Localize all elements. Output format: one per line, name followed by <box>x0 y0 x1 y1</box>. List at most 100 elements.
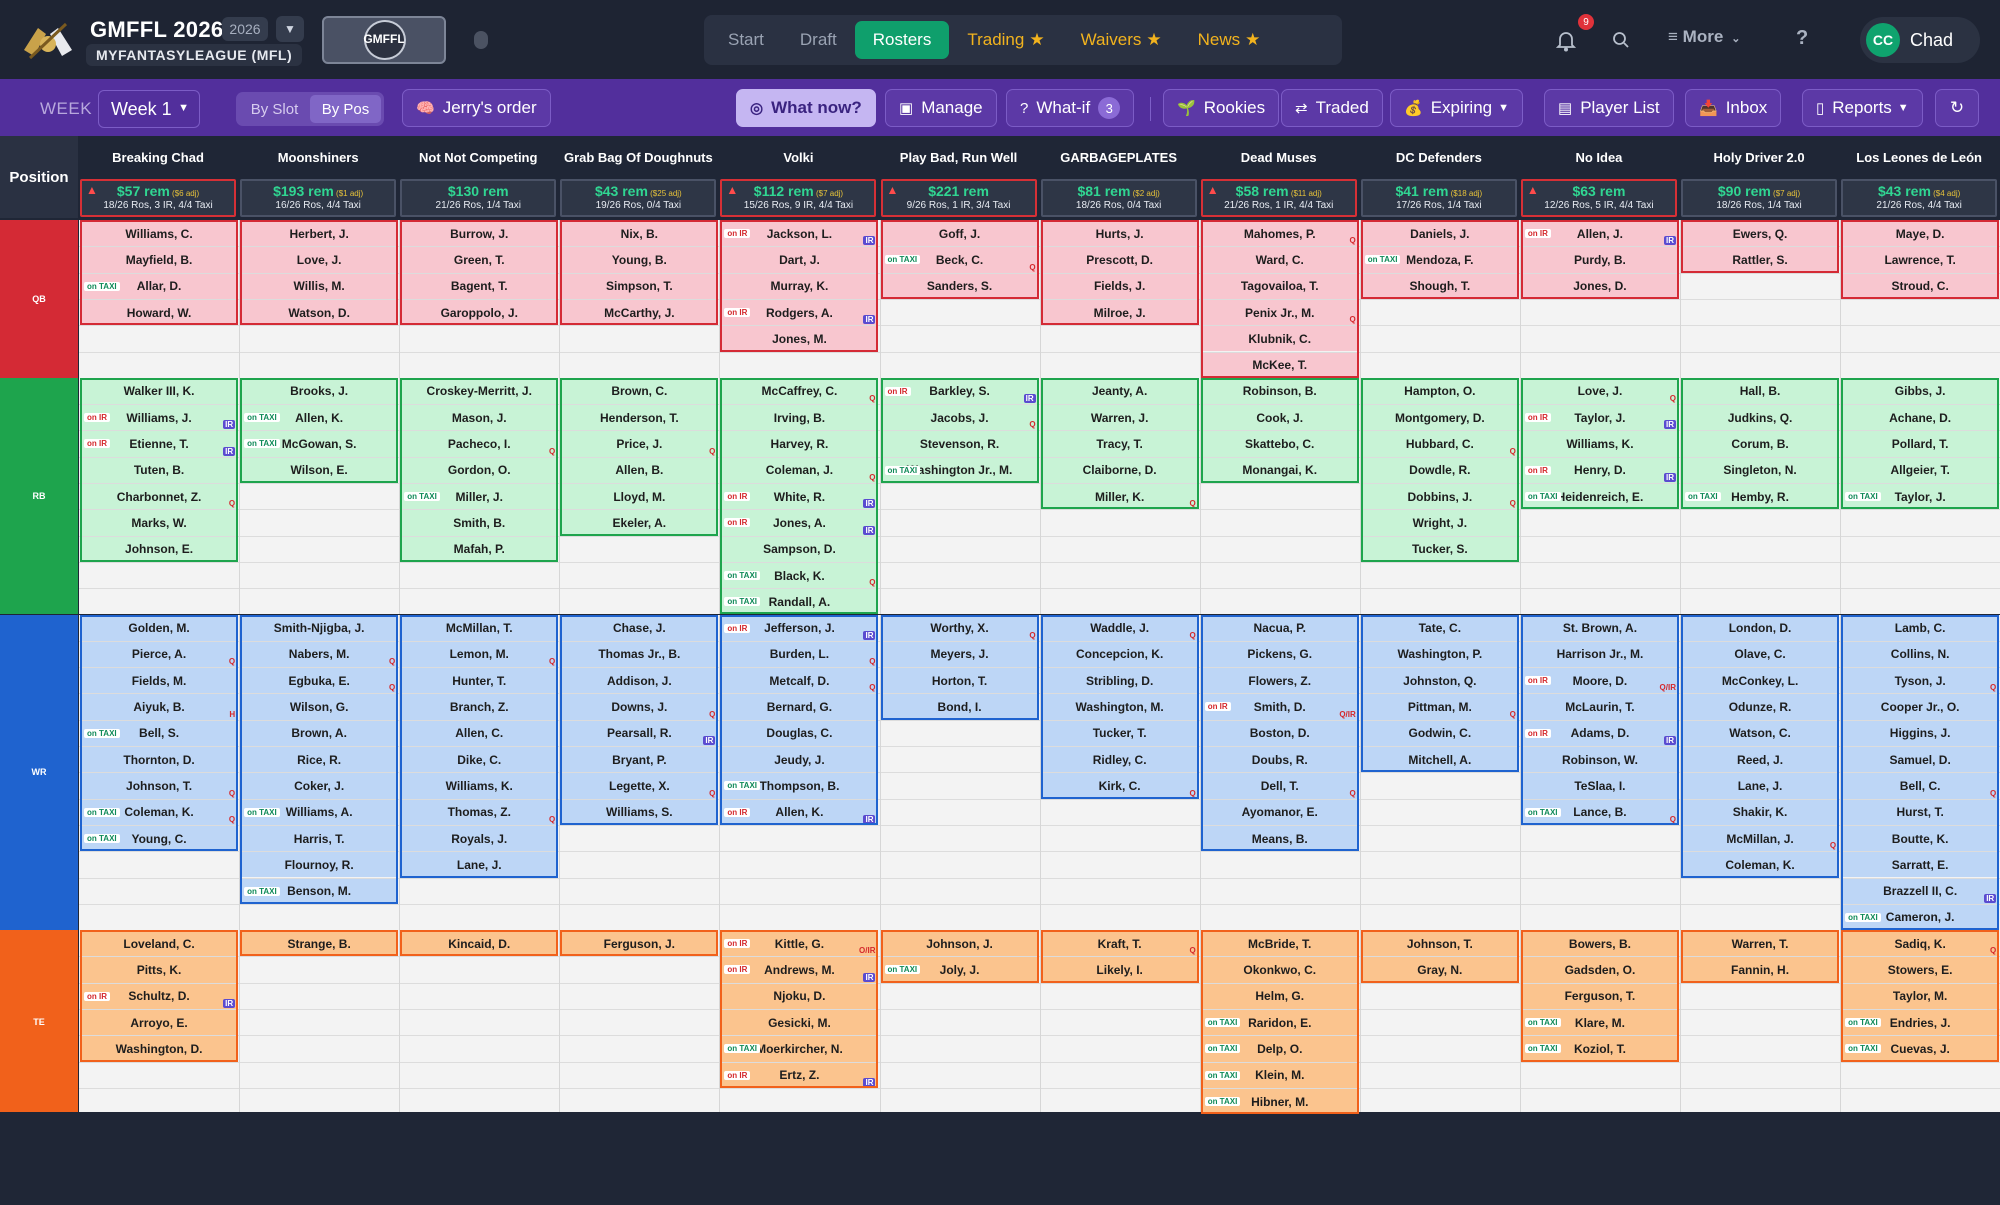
player-cell[interactable]: Henry, D. on IR IR <box>1520 457 1679 483</box>
by-slot-toggle[interactable]: By Slot <box>239 95 310 123</box>
player-cell[interactable]: McConkey, L. <box>1681 668 1840 694</box>
player-cell[interactable]: Likely, I. <box>1040 957 1199 983</box>
help-button[interactable]: ? <box>1796 27 1808 50</box>
what-if-button[interactable]: ? What-if 3 <box>1006 89 1135 127</box>
player-cell[interactable]: Kincaid, D. <box>400 931 559 957</box>
player-cell[interactable]: Jefferson, J. on IR IR <box>720 615 879 641</box>
player-cell[interactable]: Moore, D. on IR Q/IR <box>1520 668 1679 694</box>
player-cell[interactable]: Tyson, J. Q <box>1841 668 2000 694</box>
player-cell[interactable]: Aiyuk, B. H <box>80 694 239 720</box>
player-cell[interactable]: Mendoza, F. on TAXI <box>1360 247 1519 273</box>
nav-tab-start[interactable]: Start <box>710 21 782 59</box>
player-cell[interactable]: Monangai, K. <box>1200 457 1359 483</box>
player-cell[interactable]: Prescott, D. <box>1040 247 1199 273</box>
player-cell[interactable]: Strange, B. <box>240 931 399 957</box>
player-cell[interactable]: Harris, T. <box>240 825 399 852</box>
player-list-button[interactable]: ▤ Player List <box>1544 89 1674 127</box>
team-header[interactable]: Breaking Chad <box>79 136 237 178</box>
player-cell[interactable]: Mayfield, B. <box>80 247 239 273</box>
player-cell[interactable]: Warren, J. <box>1040 405 1199 431</box>
player-cell[interactable]: Purdy, B. <box>1520 247 1679 273</box>
player-cell[interactable]: Heidenreich, E. on TAXI <box>1520 484 1679 510</box>
reports-dropdown[interactable]: ▯ Reports ▼ <box>1802 89 1923 127</box>
player-cell[interactable]: Brazzell II, C. IR <box>1841 878 2000 904</box>
player-cell[interactable]: Johnson, T. <box>1360 931 1519 957</box>
player-cell[interactable]: Smith-Njigba, J. <box>240 615 399 641</box>
player-cell[interactable]: Wright, J. <box>1360 510 1519 536</box>
team-header[interactable]: Moonshiners <box>239 136 397 178</box>
player-cell[interactable]: Flowers, Z. <box>1200 668 1359 694</box>
player-cell[interactable]: Green, T. <box>400 247 559 273</box>
player-cell[interactable]: Thompson, B. on TAXI <box>720 773 879 799</box>
player-cell[interactable]: Love, J. <box>240 247 399 273</box>
what-now-button[interactable]: ◎ What now? <box>736 89 876 127</box>
refresh-button[interactable]: ↻ <box>1935 89 1979 127</box>
team-header[interactable]: DC Defenders <box>1360 136 1518 178</box>
player-cell[interactable]: Hubbard, C. Q <box>1360 431 1519 457</box>
player-cell[interactable]: Sadiq, K. Q <box>1841 931 2000 957</box>
player-cell[interactable]: Pollard, T. <box>1841 431 2000 457</box>
expiring-dropdown[interactable]: 💰 Expiring ▼ <box>1390 89 1523 127</box>
player-cell[interactable]: Horton, T. <box>880 668 1039 694</box>
player-cell[interactable]: Koziol, T. on TAXI <box>1520 1036 1679 1062</box>
player-cell[interactable]: Egbuka, E. Q <box>240 668 399 694</box>
player-cell[interactable]: Doubs, R. <box>1200 747 1359 773</box>
player-cell[interactable]: Jones, A. on IR IR <box>720 510 879 536</box>
player-cell[interactable]: Wilson, G. <box>240 694 399 720</box>
player-cell[interactable]: McMillan, J. Q <box>1681 825 1840 852</box>
nav-tab-news[interactable]: News ★ <box>1180 21 1279 59</box>
player-cell[interactable]: Pittman, M. Q <box>1360 694 1519 720</box>
player-cell[interactable]: Milroe, J. <box>1040 299 1199 326</box>
player-cell[interactable]: Andrews, M. on IR IR <box>720 957 879 983</box>
player-cell[interactable]: Stowers, E. <box>1841 957 2000 983</box>
player-cell[interactable]: Loveland, C. <box>80 931 239 957</box>
nav-tab-trading[interactable]: Trading ★ <box>949 21 1062 59</box>
player-cell[interactable]: Waddle, J. Q <box>1040 615 1199 641</box>
player-cell[interactable]: Washington, D. <box>80 1036 239 1062</box>
player-cell[interactable]: Olave, C. <box>1681 641 1840 668</box>
player-cell[interactable]: Dobbins, J. Q <box>1360 484 1519 510</box>
player-cell[interactable]: Collins, N. <box>1841 641 2000 668</box>
team-header[interactable]: Dead Muses <box>1200 136 1358 178</box>
player-cell[interactable]: Hall, B. <box>1681 378 1840 405</box>
player-cell[interactable]: Mafah, P. <box>400 536 559 562</box>
player-cell[interactable]: Coleman, J. Q <box>720 457 879 483</box>
player-cell[interactable]: Black, K. on TAXI Q <box>720 562 879 589</box>
player-cell[interactable]: Nix, B. <box>560 221 719 247</box>
year-dropdown[interactable]: ▼ <box>276 16 304 42</box>
player-cell[interactable]: Bell, S. on TAXI <box>80 720 239 746</box>
player-cell[interactable]: Rice, R. <box>240 747 399 773</box>
team-header[interactable]: Volki <box>719 136 877 178</box>
player-cell[interactable]: Price, J. Q <box>560 431 719 457</box>
player-cell[interactable]: Miller, J. on TAXI <box>400 484 559 510</box>
player-cell[interactable]: Barkley, S. on IR IR <box>880 378 1039 405</box>
player-cell[interactable]: Godwin, C. <box>1360 720 1519 746</box>
player-cell[interactable]: Sampson, D. <box>720 536 879 562</box>
player-cell[interactable]: Maye, D. <box>1841 221 2000 247</box>
player-cell[interactable]: Harrison Jr., M. <box>1520 641 1679 668</box>
player-cell[interactable]: McCaffrey, C. Q <box>720 378 879 405</box>
player-cell[interactable]: Etienne, T. on IR IR <box>80 431 239 457</box>
player-cell[interactable]: Wilson, E. <box>240 457 399 483</box>
player-cell[interactable]: Brown, A. <box>240 720 399 746</box>
player-cell[interactable]: Pearsall, R. IR <box>560 720 719 746</box>
player-cell[interactable]: Gordon, O. <box>400 457 559 483</box>
player-cell[interactable]: Addison, J. <box>560 668 719 694</box>
player-cell[interactable]: McMillan, T. <box>400 615 559 641</box>
player-cell[interactable]: Ewers, Q. <box>1681 221 1840 247</box>
player-cell[interactable]: Tuten, B. <box>80 457 239 483</box>
player-cell[interactable]: Bryant, P. <box>560 747 719 773</box>
player-cell[interactable]: Boston, D. <box>1200 720 1359 746</box>
player-cell[interactable]: Jones, M. <box>720 326 879 352</box>
player-cell[interactable]: Shough, T. <box>1360 273 1519 299</box>
player-cell[interactable]: TeSlaa, I. <box>1520 773 1679 799</box>
player-cell[interactable]: Young, B. <box>560 247 719 273</box>
player-cell[interactable]: Bernard, G. <box>720 694 879 720</box>
player-cell[interactable]: Williams, K. <box>1520 431 1679 457</box>
team-header[interactable]: Holy Driver 2.0 <box>1680 136 1838 178</box>
player-cell[interactable]: Nacua, P. <box>1200 615 1359 641</box>
player-cell[interactable]: Cuevas, J. on TAXI <box>1841 1036 2000 1062</box>
player-cell[interactable]: Gibbs, J. <box>1841 378 2000 405</box>
more-menu[interactable]: ≡ More ⌄ <box>1668 27 1741 47</box>
player-cell[interactable]: Bell, C. Q <box>1841 773 2000 799</box>
